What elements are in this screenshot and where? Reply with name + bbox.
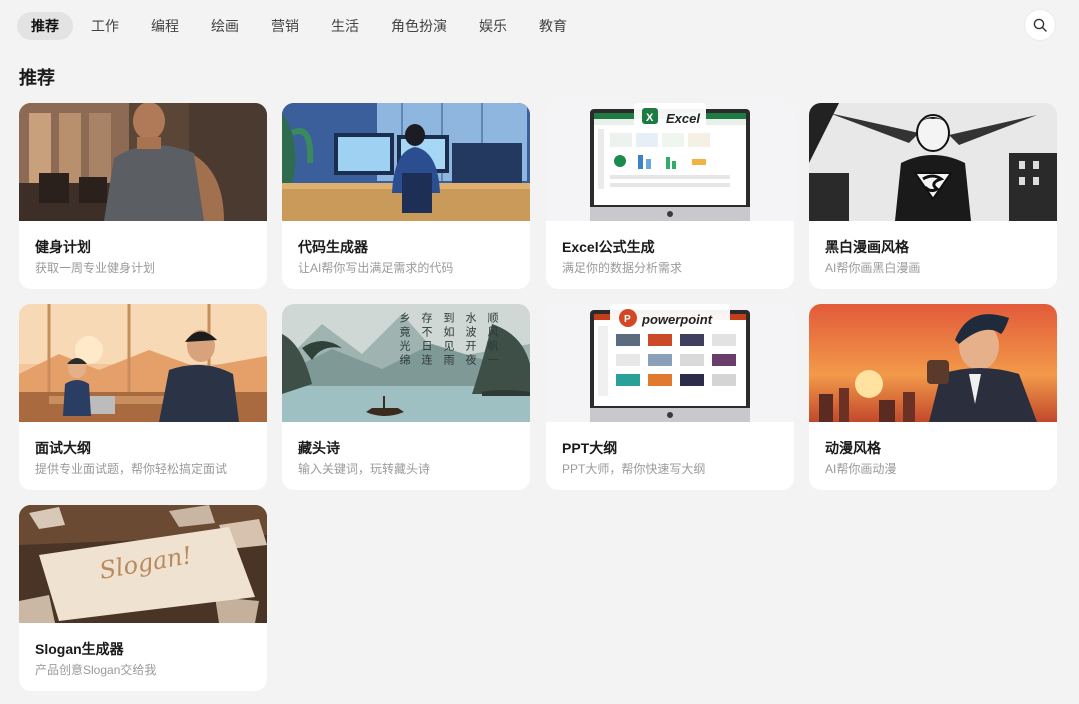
tab-work[interactable]: 工作 xyxy=(77,12,133,40)
card-acrostic-poem[interactable]: 顺风帆一 水波开夜 到如见雨 存不日连 乡竟光绵 藏头诗 输入关键词，玩转藏头诗 xyxy=(282,304,530,490)
card-title: 动漫风格 xyxy=(825,440,881,456)
poem-column: 顺风帆一 xyxy=(486,312,498,368)
card-thumbnail xyxy=(19,304,267,422)
tab-roleplay[interactable]: 角色扮演 xyxy=(377,12,461,40)
card-thumbnail xyxy=(809,304,1057,422)
search-icon xyxy=(1033,18,1047,32)
tab-entertainment[interactable]: 娱乐 xyxy=(465,12,521,40)
card-title: Slogan生成器 xyxy=(35,641,124,657)
card-description: AI帮你画黑白漫画 xyxy=(825,261,921,275)
card-title: 藏头诗 xyxy=(298,440,340,456)
card-description: 获取一周专业健身计划 xyxy=(35,261,156,275)
card-code-generator[interactable]: 代码生成器 让AI帮你写出满足需求的代码 xyxy=(282,103,530,289)
svg-text:X: X xyxy=(646,112,654,124)
card-title: Excel公式生成 xyxy=(562,239,655,255)
card-interview-outline[interactable]: 面试大纲 提供专业面试题，帮你轻松搞定面试 xyxy=(19,304,267,490)
tab-education[interactable]: 教育 xyxy=(525,12,581,40)
tab-recommend[interactable]: 推荐 xyxy=(17,12,73,40)
card-description: AI帮你画动漫 xyxy=(825,462,897,476)
card-title: 面试大纲 xyxy=(35,440,91,456)
card-excel-formula[interactable]: X Excel Excel公式生成 满足你的数据分析需求 xyxy=(546,103,794,289)
search-button[interactable] xyxy=(1025,10,1055,40)
tab-programming[interactable]: 编程 xyxy=(137,12,193,40)
poem-column: 水波开夜 xyxy=(464,312,476,368)
card-thumbnail xyxy=(282,103,530,221)
card-thumbnail: X Excel xyxy=(546,103,794,221)
card-title: 健身计划 xyxy=(35,239,91,255)
tab-marketing[interactable]: 营销 xyxy=(257,12,313,40)
card-anime-style[interactable]: 动漫风格 AI帮你画动漫 xyxy=(809,304,1057,490)
card-thumbnail xyxy=(19,103,267,221)
card-thumbnail: 顺风帆一 水波开夜 到如见雨 存不日连 乡竟光绵 xyxy=(282,304,530,422)
svg-text:P: P xyxy=(624,314,631,325)
section-title: 推荐 xyxy=(19,68,55,88)
excel-logo-text: Excel xyxy=(666,111,700,126)
card-bw-comic[interactable]: 黑白漫画风格 AI帮你画黑白漫画 xyxy=(809,103,1057,289)
poem-column: 乡竟光绵 xyxy=(398,312,410,368)
card-title: PPT大纲 xyxy=(562,440,618,456)
card-description: 让AI帮你写出满足需求的代码 xyxy=(298,261,454,275)
card-fitness-plan[interactable]: 健身计划 获取一周专业健身计划 xyxy=(19,103,267,289)
poem-column: 到如见雨 xyxy=(442,312,454,368)
tab-life[interactable]: 生活 xyxy=(317,12,373,40)
card-description: PPT大师，帮你快速写大纲 xyxy=(562,462,706,476)
card-description: 满足你的数据分析需求 xyxy=(562,261,683,275)
poem-column: 存不日连 xyxy=(420,312,432,368)
card-thumbnail xyxy=(809,103,1057,221)
card-title: 代码生成器 xyxy=(298,239,368,255)
tab-painting[interactable]: 绘画 xyxy=(197,12,253,40)
card-title: 黑白漫画风格 xyxy=(825,239,909,255)
card-slogan-generator[interactable]: Slogan! Slogan生成器 产品创意Slogan交给我 xyxy=(19,505,267,691)
card-description: 输入关键词，玩转藏头诗 xyxy=(298,462,431,476)
powerpoint-logo-text: powerpoint xyxy=(642,312,713,327)
card-thumbnail: Slogan! xyxy=(19,505,267,623)
poem-text: 顺风帆一 水波开夜 到如见雨 存不日连 乡竟光绵 xyxy=(396,312,500,368)
card-thumbnail: P powerpoint xyxy=(546,304,794,422)
card-description: 产品创意Slogan交给我 xyxy=(35,663,157,677)
card-ppt-outline[interactable]: P powerpoint PPT大纲 PPT大师，帮你快速写大纲 xyxy=(546,304,794,490)
category-tabs: 推荐 工作 编程 绘画 营销 生活 角色扮演 娱乐 教育 xyxy=(17,12,585,40)
card-description: 提供专业面试题，帮你轻松搞定面试 xyxy=(35,462,228,476)
